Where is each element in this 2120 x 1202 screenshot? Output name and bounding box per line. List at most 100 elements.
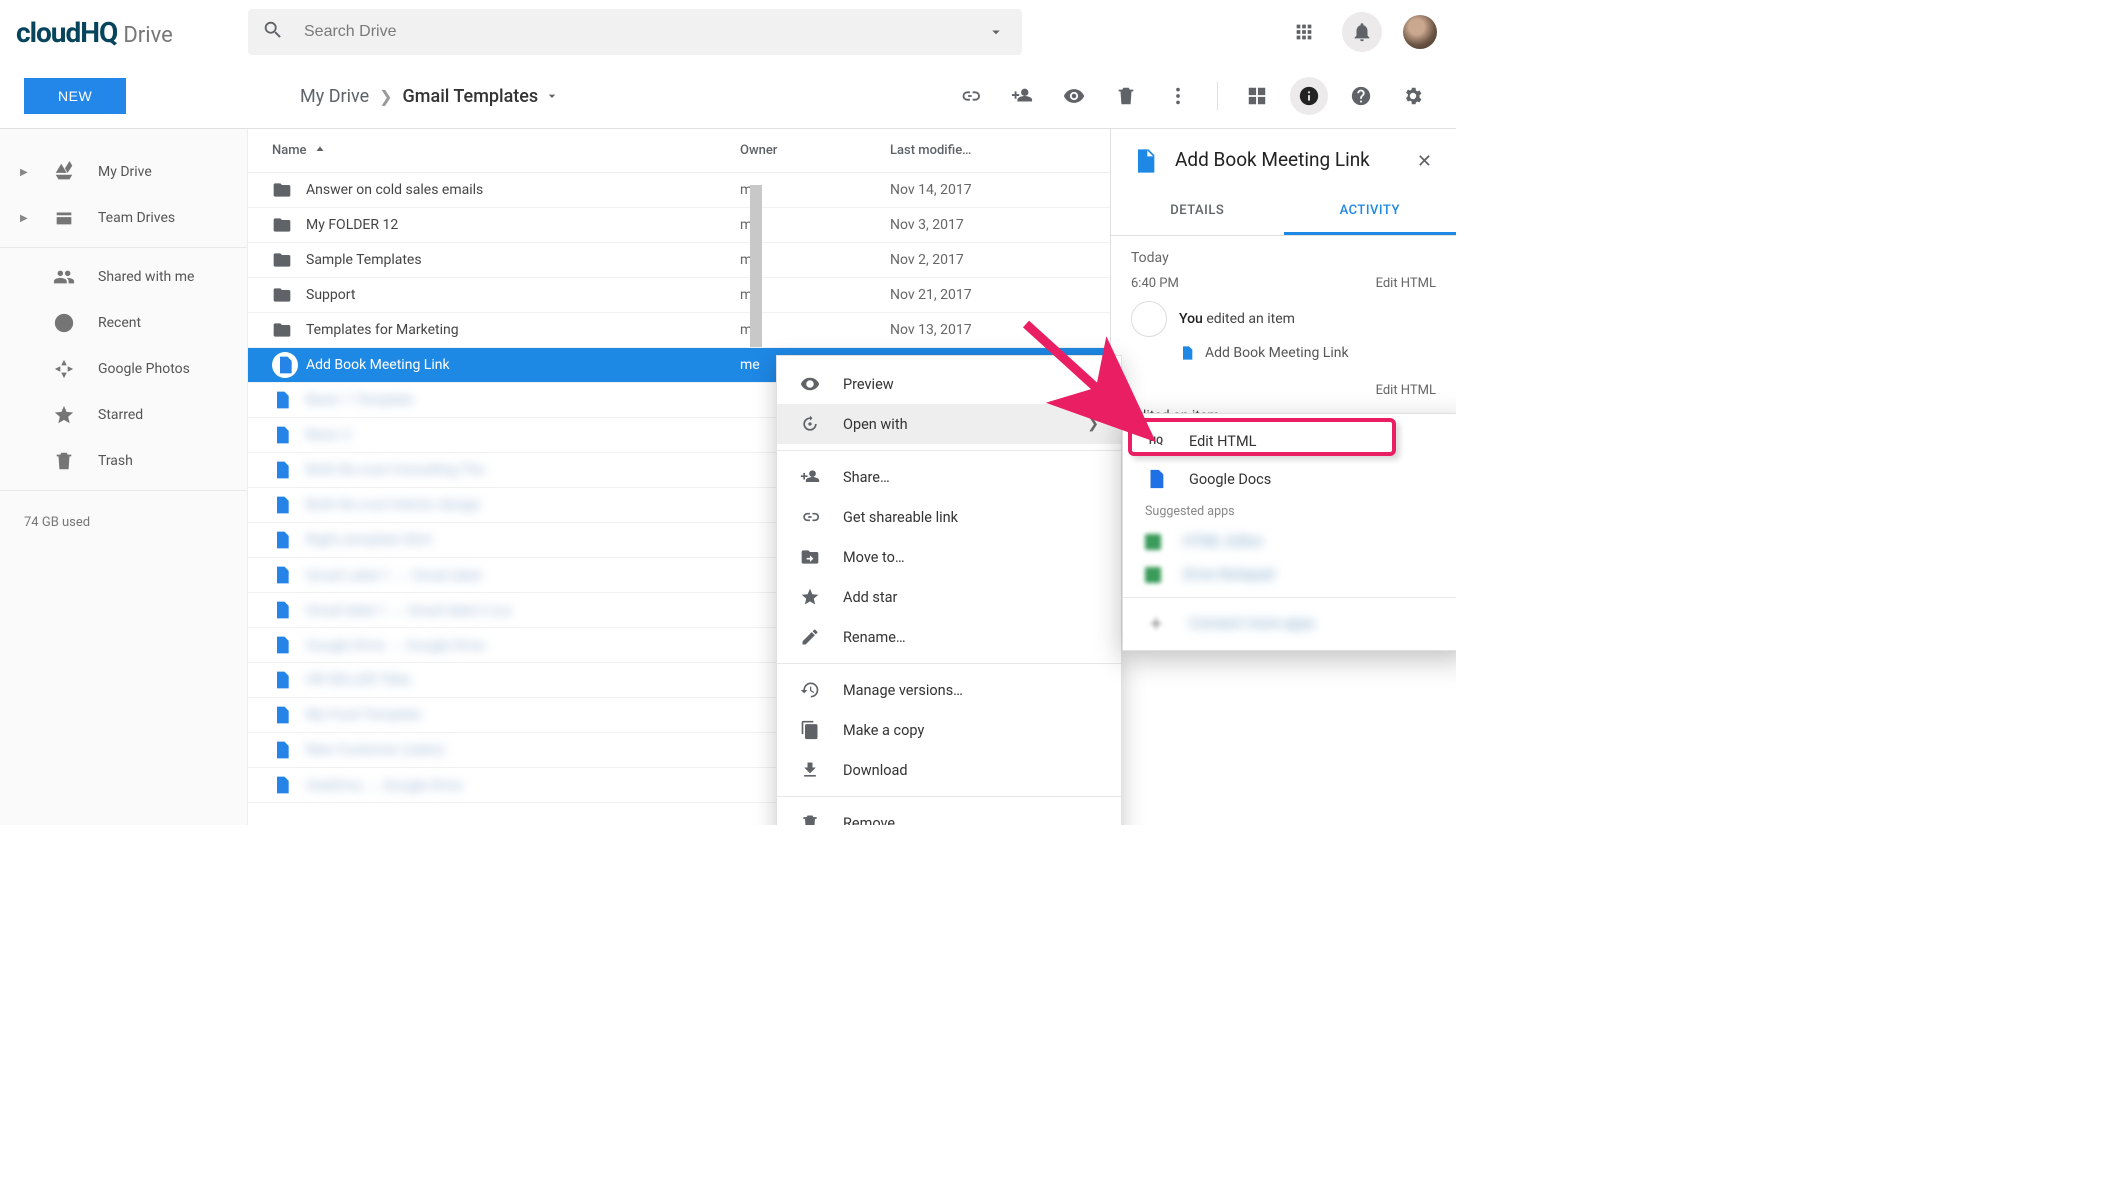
search-input[interactable] (304, 23, 964, 41)
menu-item-move-to-[interactable]: Move to… (777, 537, 1121, 577)
more-icon[interactable] (1159, 77, 1197, 115)
close-icon[interactable]: ✕ (1413, 147, 1436, 176)
plus-icon: ＋ (1145, 612, 1167, 634)
preview-icon[interactable] (1055, 77, 1093, 115)
file-row[interactable]: SupportmeNov 21, 2017 (248, 278, 1110, 313)
menu-item-preview[interactable]: Preview (777, 364, 1121, 404)
sidebar-item-recent[interactable]: Recent (0, 300, 247, 346)
breadcrumb-root[interactable]: My Drive (300, 86, 369, 107)
menu-item-add-star[interactable]: Add star (777, 577, 1121, 617)
menu-icon (799, 626, 821, 648)
apps-icon[interactable] (1284, 12, 1324, 52)
menu-separator (777, 450, 1121, 451)
file-name: My FOLDER 12 (306, 217, 740, 233)
submenu-connect-apps[interactable]: ＋Connect more apps (1123, 604, 1456, 642)
context-menu: PreviewOpen with❯ Share…Get shareable lin… (776, 355, 1122, 825)
menu-item-make-a-copy[interactable]: Make a copy (777, 710, 1121, 750)
submenu-label: Edit HTML (1189, 433, 1256, 450)
menu-separator (777, 663, 1121, 664)
search-dropdown-icon[interactable] (984, 20, 1008, 44)
file-modified: Nov 14, 2017 (890, 182, 1110, 198)
sidebar-item-photos[interactable]: Google Photos (0, 346, 247, 392)
menu-icon (799, 506, 821, 528)
submenu-suggested-item[interactable]: HTML Editor (1123, 525, 1456, 558)
grid-view-icon[interactable] (1238, 77, 1276, 115)
search-bar[interactable] (248, 9, 1022, 55)
menu-label: Download (843, 762, 1099, 779)
file-name: Both No-cost Consulting Tha (306, 462, 740, 478)
submenu-item-google-docs[interactable]: Google Docs (1123, 460, 1456, 498)
suggested-apps-heading: Suggested apps (1123, 498, 1456, 525)
submenu-label: HTML Editor (1183, 533, 1263, 550)
tab-details[interactable]: DETAILS (1111, 189, 1284, 235)
menu-label: Open with (843, 416, 1065, 433)
expand-icon[interactable]: ▶ (20, 167, 30, 178)
details-tabs: DETAILS ACTIVITY (1111, 189, 1456, 236)
file-name: Right_template Shirt (306, 532, 740, 548)
menu-icon (799, 546, 821, 568)
menu-item-get-shareable-link[interactable]: Get shareable link (777, 497, 1121, 537)
app-icon (1145, 567, 1161, 583)
team-drives-icon (52, 206, 76, 230)
menu-label: Rename… (843, 629, 1099, 646)
file-name: Answer on cold sales emails (306, 182, 740, 198)
column-owner[interactable]: Owner (740, 143, 890, 158)
menu-separator (1123, 597, 1456, 598)
column-modified[interactable]: Last modifie… (890, 143, 1110, 158)
star-icon (52, 403, 76, 427)
menu-icon (799, 812, 821, 825)
column-name[interactable]: Name (272, 143, 740, 158)
add-person-icon[interactable] (1003, 77, 1041, 115)
logo[interactable]: cloudHQ Drive (16, 16, 248, 49)
menu-item-manage-versions-[interactable]: Manage versions… (777, 670, 1121, 710)
breadcrumb: My Drive ❯ Gmail Templates (248, 86, 560, 107)
menu-icon (799, 679, 821, 701)
file-row[interactable]: My FOLDER 12meNov 3, 2017 (248, 208, 1110, 243)
sidebar-item-my-drive[interactable]: ▶ My Drive (0, 149, 247, 195)
file-name: OneDrive → Google Drive (306, 777, 740, 794)
file-row[interactable]: Sample TemplatesmeNov 2, 2017 (248, 243, 1110, 278)
file-row[interactable]: Templates for MarketingmeNov 13, 2017 (248, 313, 1110, 348)
tab-activity[interactable]: ACTIVITY (1284, 189, 1457, 235)
info-icon[interactable] (1290, 77, 1328, 115)
notifications-icon[interactable] (1342, 12, 1382, 52)
menu-label: Manage versions… (843, 682, 1099, 699)
menu-icon (799, 466, 821, 488)
photos-icon (52, 357, 76, 381)
file-owner: me (740, 252, 890, 268)
account-avatar[interactable] (1400, 12, 1440, 52)
file-row[interactable]: Answer on cold sales emailsmeNov 14, 201… (248, 173, 1110, 208)
activity-file[interactable]: Add Book Meeting Link (1131, 345, 1436, 361)
logo-brand: cloudHQ (16, 16, 117, 49)
menu-item-share-[interactable]: Share… (777, 457, 1121, 497)
menu-item-download[interactable]: Download (777, 750, 1121, 790)
sidebar-item-label: Shared with me (98, 269, 194, 285)
menu-item-rename-[interactable]: Rename… (777, 617, 1121, 657)
open-with-submenu: HQEdit HTMLGoogle DocsSuggested apps HTML… (1122, 413, 1456, 651)
file-owner: me (740, 322, 890, 338)
expand-icon[interactable]: ▶ (20, 213, 30, 224)
menu-item-remove[interactable]: Remove (777, 803, 1121, 825)
menu-item-open-with[interactable]: Open with❯ (777, 404, 1121, 444)
sidebar-item-starred[interactable]: Starred (0, 392, 247, 438)
storage-used: 74 GB used (0, 497, 247, 548)
trash-icon[interactable] (1107, 77, 1145, 115)
sidebar-item-trash[interactable]: Trash (0, 438, 247, 484)
help-icon[interactable] (1342, 77, 1380, 115)
toolbar: NEW My Drive ❯ Gmail Templates (0, 64, 1456, 129)
breadcrumb-current[interactable]: Gmail Templates (403, 86, 561, 107)
scrollbar-thumb[interactable] (750, 185, 762, 347)
link-icon[interactable] (951, 77, 989, 115)
new-button[interactable]: NEW (24, 78, 126, 114)
app-icon (1145, 534, 1161, 550)
sidebar-item-team-drives[interactable]: ▶ Team Drives (0, 195, 247, 241)
breadcrumb-root-label: My Drive (300, 86, 369, 107)
settings-icon[interactable] (1394, 77, 1432, 115)
file-name: My Food Template (306, 707, 740, 723)
submenu-suggested-item[interactable]: Drive Notepad (1123, 558, 1456, 591)
file-name: Google Drive → Google Drive (306, 637, 740, 654)
trash-icon (52, 449, 76, 473)
file-name: Basic 2 (306, 427, 740, 443)
submenu-item-edit-html[interactable]: HQEdit HTML (1123, 422, 1456, 460)
sidebar-item-shared[interactable]: Shared with me (0, 254, 247, 300)
